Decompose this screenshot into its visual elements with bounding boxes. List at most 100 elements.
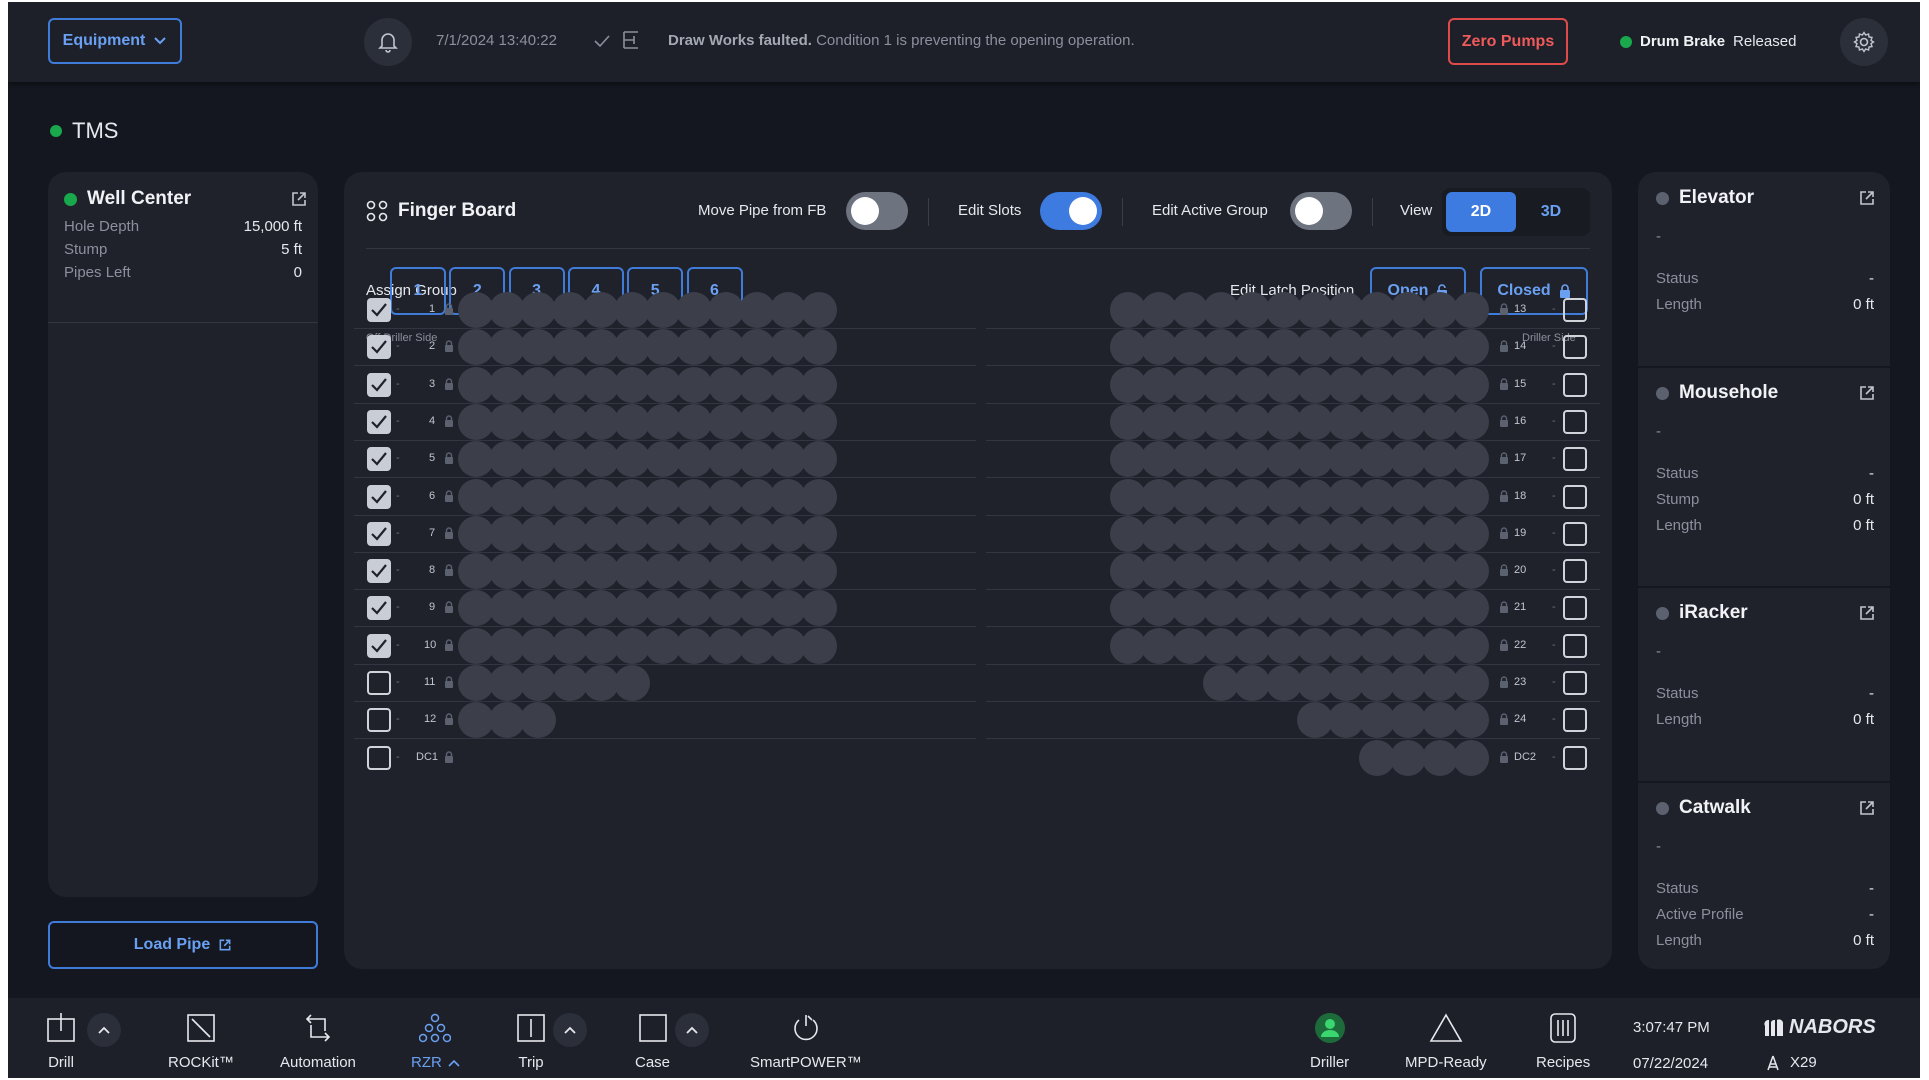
nav-case[interactable]: Case [635, 1008, 670, 1071]
lock-icon[interactable] [444, 340, 454, 353]
pipe-slot[interactable] [1140, 403, 1177, 440]
nav-smartpower[interactable]: SmartPOWER™ [750, 1008, 862, 1071]
pipe-slot[interactable] [676, 515, 713, 552]
edit-slots-toggle[interactable] [1040, 192, 1102, 230]
pipe-slot[interactable] [1296, 292, 1333, 328]
pipe-slot[interactable] [1265, 441, 1302, 478]
pipe-slot[interactable] [1452, 590, 1489, 627]
nav-trip[interactable]: Trip [516, 1008, 546, 1071]
pipe-slot[interactable] [1109, 515, 1146, 552]
pipe-slot[interactable] [1328, 403, 1364, 440]
pipe-slot[interactable] [1203, 403, 1240, 440]
lock-icon[interactable] [444, 527, 454, 539]
pipe-slot[interactable] [1172, 366, 1208, 403]
pipe-slot[interactable] [1172, 441, 1208, 478]
chevron-up-icon[interactable] [87, 1013, 121, 1047]
chevron-up-icon[interactable] [675, 1013, 709, 1047]
pipe-slot[interactable] [1421, 329, 1458, 366]
pipe-slot[interactable] [1328, 366, 1364, 403]
row-checkbox[interactable] [367, 745, 391, 770]
lock-icon[interactable] [444, 564, 454, 577]
row-checkbox[interactable] [367, 633, 391, 658]
pipe-slot[interactable] [801, 515, 838, 552]
pipe-slot[interactable] [614, 665, 650, 701]
pipe-slot[interactable] [1265, 553, 1302, 590]
pipe-slot[interactable] [1296, 627, 1333, 664]
nav-rockit[interactable]: ROCKit™ [168, 1008, 234, 1071]
pipe-slot[interactable] [1452, 627, 1489, 664]
pipe-slot[interactable] [1172, 403, 1208, 440]
pipe-slot[interactable] [1359, 292, 1396, 328]
pipe-slot[interactable] [1203, 478, 1240, 515]
row-checkbox[interactable] [1563, 559, 1587, 584]
lock-icon[interactable] [1499, 639, 1509, 651]
pipe-slot[interactable] [1452, 665, 1489, 701]
pipe-slot[interactable] [1421, 627, 1458, 664]
lock-icon[interactable] [1499, 750, 1509, 763]
row-checkbox[interactable] [1563, 447, 1587, 472]
pipe-slot[interactable] [1452, 702, 1489, 739]
external-link-icon[interactable] [1858, 384, 1876, 402]
row-checkbox[interactable] [1563, 633, 1587, 658]
pipe-slot[interactable] [1359, 366, 1396, 403]
lock-icon[interactable] [444, 489, 454, 502]
pipe-slot[interactable] [1265, 403, 1302, 440]
pipe-slot[interactable] [1452, 515, 1489, 552]
pipe-slot[interactable] [1359, 665, 1396, 701]
row-checkbox[interactable] [1563, 521, 1587, 546]
pipe-slot[interactable] [1140, 441, 1177, 478]
pipe-slot[interactable] [1265, 515, 1302, 552]
pipe-slot[interactable] [1421, 403, 1458, 440]
pipe-slot[interactable] [1359, 478, 1396, 515]
pipe-slot[interactable] [1109, 292, 1146, 328]
pipe-slot[interactable] [1390, 627, 1427, 664]
pipe-slot[interactable] [1296, 553, 1333, 590]
row-checkbox[interactable] [367, 559, 391, 584]
load-pipe-button[interactable]: Load Pipe [48, 921, 318, 969]
bell-icon[interactable] [364, 18, 412, 66]
row-checkbox[interactable] [367, 447, 391, 472]
pipe-slot[interactable] [1140, 478, 1177, 515]
pipe-slot[interactable] [1452, 292, 1489, 328]
pipe-slot[interactable] [801, 366, 838, 403]
pipe-slot[interactable] [520, 366, 557, 403]
pipe-slot[interactable] [1452, 478, 1489, 515]
external-link-icon[interactable] [1858, 189, 1876, 207]
lock-icon[interactable] [444, 639, 454, 651]
pipe-slot[interactable] [1328, 553, 1364, 590]
row-checkbox[interactable] [367, 708, 391, 733]
pipe-slot[interactable] [1328, 665, 1364, 701]
pipe-slot[interactable] [1172, 478, 1208, 515]
pipe-slot[interactable] [1296, 702, 1333, 739]
row-checkbox[interactable] [1563, 298, 1587, 322]
row-checkbox[interactable] [1563, 745, 1587, 770]
pipe-slot[interactable] [1296, 366, 1333, 403]
pipe-slot[interactable] [1359, 515, 1396, 552]
nav-recipes[interactable]: Recipes [1536, 1008, 1590, 1071]
pipe-slot[interactable] [801, 478, 838, 515]
pipe-slot[interactable] [1140, 590, 1177, 627]
pipe-slot[interactable] [1140, 292, 1177, 328]
view-3d-button[interactable]: 3D [1516, 192, 1586, 232]
zero-pumps-button[interactable]: Zero Pumps [1448, 18, 1568, 65]
pipe-slot[interactable] [1140, 366, 1177, 403]
pipe-slot[interactable] [520, 515, 557, 552]
pipe-slot[interactable] [1140, 329, 1177, 366]
row-checkbox[interactable] [1563, 409, 1587, 434]
external-link-icon[interactable] [1858, 799, 1876, 817]
pipe-slot[interactable] [801, 292, 838, 328]
nav-driller[interactable]: Driller [1310, 1008, 1349, 1071]
pipe-slot[interactable] [1452, 366, 1489, 403]
pipe-slot[interactable] [1172, 627, 1208, 664]
lock-icon[interactable] [444, 713, 454, 726]
pipe-slot[interactable] [676, 478, 713, 515]
pipe-slot[interactable] [801, 627, 838, 664]
pipe-slot[interactable] [676, 627, 713, 664]
row-checkbox[interactable] [1563, 596, 1587, 621]
pipe-slot[interactable] [1452, 329, 1489, 366]
pipe-slot[interactable] [1359, 739, 1396, 776]
equipment-dropdown[interactable]: Equipment [48, 18, 182, 64]
external-link-icon[interactable] [290, 190, 308, 208]
nav-automation[interactable]: Automation [280, 1008, 356, 1071]
lock-icon[interactable] [1499, 527, 1509, 539]
